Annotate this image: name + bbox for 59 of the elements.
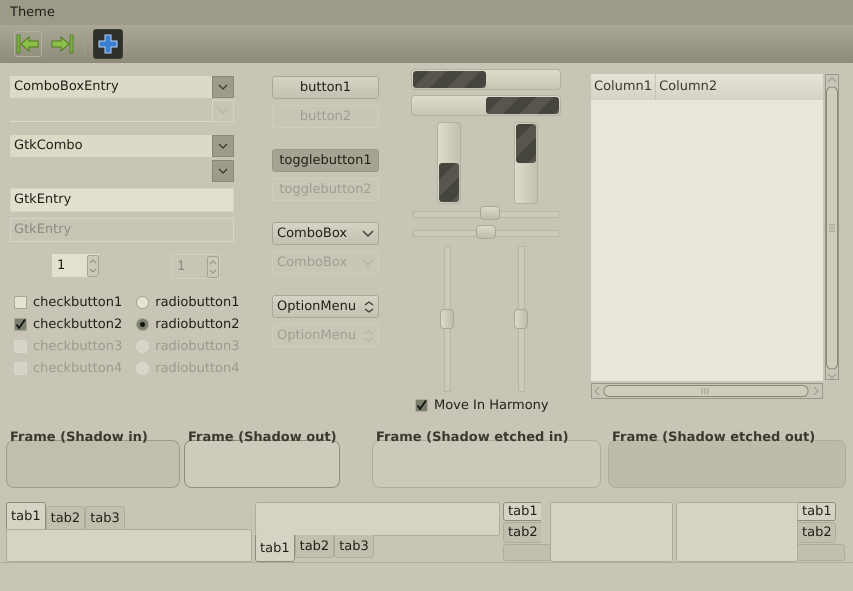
notebook-tab[interactable] <box>798 544 845 561</box>
notebook-tab[interactable]: tab1 <box>6 502 46 529</box>
combo-entry-field[interactable]: ComboBoxEntry <box>10 76 212 98</box>
frame-label: Frame (Shadow in) <box>10 430 148 445</box>
notebook-tab[interactable]: tab2 <box>294 535 334 558</box>
push-button[interactable]: button1 <box>272 76 379 99</box>
combo-box[interactable]: ComboBox <box>272 222 379 245</box>
checkbox[interactable] <box>14 296 27 308</box>
frame-label: Frame (Shadow out) <box>188 430 337 445</box>
slider-handle[interactable] <box>440 309 454 329</box>
spin-arrows-icon[interactable] <box>87 254 99 276</box>
checkbox[interactable] <box>14 318 27 330</box>
notebook-tab[interactable]: tab2 <box>503 522 541 543</box>
notebook-tab[interactable] <box>503 544 550 561</box>
notebook-tab[interactable]: tab1 <box>798 502 836 521</box>
frame-label: Frame (Shadow etched out) <box>612 430 816 445</box>
notebook-tab[interactable]: tab3 <box>85 506 125 529</box>
horizontal-slider[interactable] <box>411 205 561 223</box>
column-header[interactable]: Column1 <box>591 74 656 100</box>
vertical-scrollbar[interactable] <box>825 74 839 380</box>
frame-label: Frame (Shadow etched in) <box>376 430 569 445</box>
horizontal-scrollbar[interactable] <box>591 383 823 399</box>
column-header[interactable]: Column2 <box>656 74 720 100</box>
radio-label: radiobutton1 <box>155 294 240 310</box>
slider-handle[interactable] <box>480 206 500 220</box>
dropdown-button[interactable] <box>212 160 234 182</box>
first-arrow-button[interactable] <box>14 31 42 57</box>
spin-button[interactable]: 1 <box>52 254 99 277</box>
slider-handle[interactable] <box>476 225 496 239</box>
up-down-caret-icon <box>364 300 374 312</box>
caret-icon <box>218 168 228 174</box>
horizontal-slider[interactable] <box>411 224 561 242</box>
combo-field[interactable]: GtkCombo <box>10 135 212 157</box>
caret-icon <box>218 143 228 149</box>
caret-icon <box>362 230 374 238</box>
notebook-tab[interactable]: tab2 <box>798 522 836 543</box>
notebook-tab[interactable]: tab2 <box>46 506 86 529</box>
notebook-tab[interactable]: tab1 <box>503 502 541 521</box>
notebook-tab[interactable]: tab1 <box>255 535 295 562</box>
slider-handle[interactable] <box>514 309 528 329</box>
radio-button[interactable] <box>136 318 150 330</box>
dropdown-button[interactable] <box>212 76 234 98</box>
checkbox[interactable] <box>415 398 428 412</box>
checkbox-label: checkbutton2 <box>33 316 122 332</box>
checkbox-label: checkbutton1 <box>33 294 122 310</box>
vertical-slider[interactable] <box>440 246 454 392</box>
radio-label: radiobutton2 <box>155 316 240 332</box>
window-title: Theme <box>10 5 55 20</box>
tree-view[interactable]: Column1 Column2 <box>591 74 823 381</box>
vertical-slider[interactable] <box>514 246 528 392</box>
radio-button[interactable] <box>136 296 150 308</box>
add-button[interactable] <box>93 29 123 59</box>
notebook-tab[interactable]: tab3 <box>334 535 374 558</box>
toggle-button[interactable]: togglebutton1 <box>272 149 379 172</box>
text-entry[interactable]: GtkEntry <box>10 188 234 212</box>
checkbox-label: Move In Harmony <box>434 398 549 412</box>
dropdown-button[interactable] <box>212 135 234 157</box>
caret-icon <box>218 84 228 90</box>
option-menu[interactable]: OptionMenu <box>272 295 379 318</box>
